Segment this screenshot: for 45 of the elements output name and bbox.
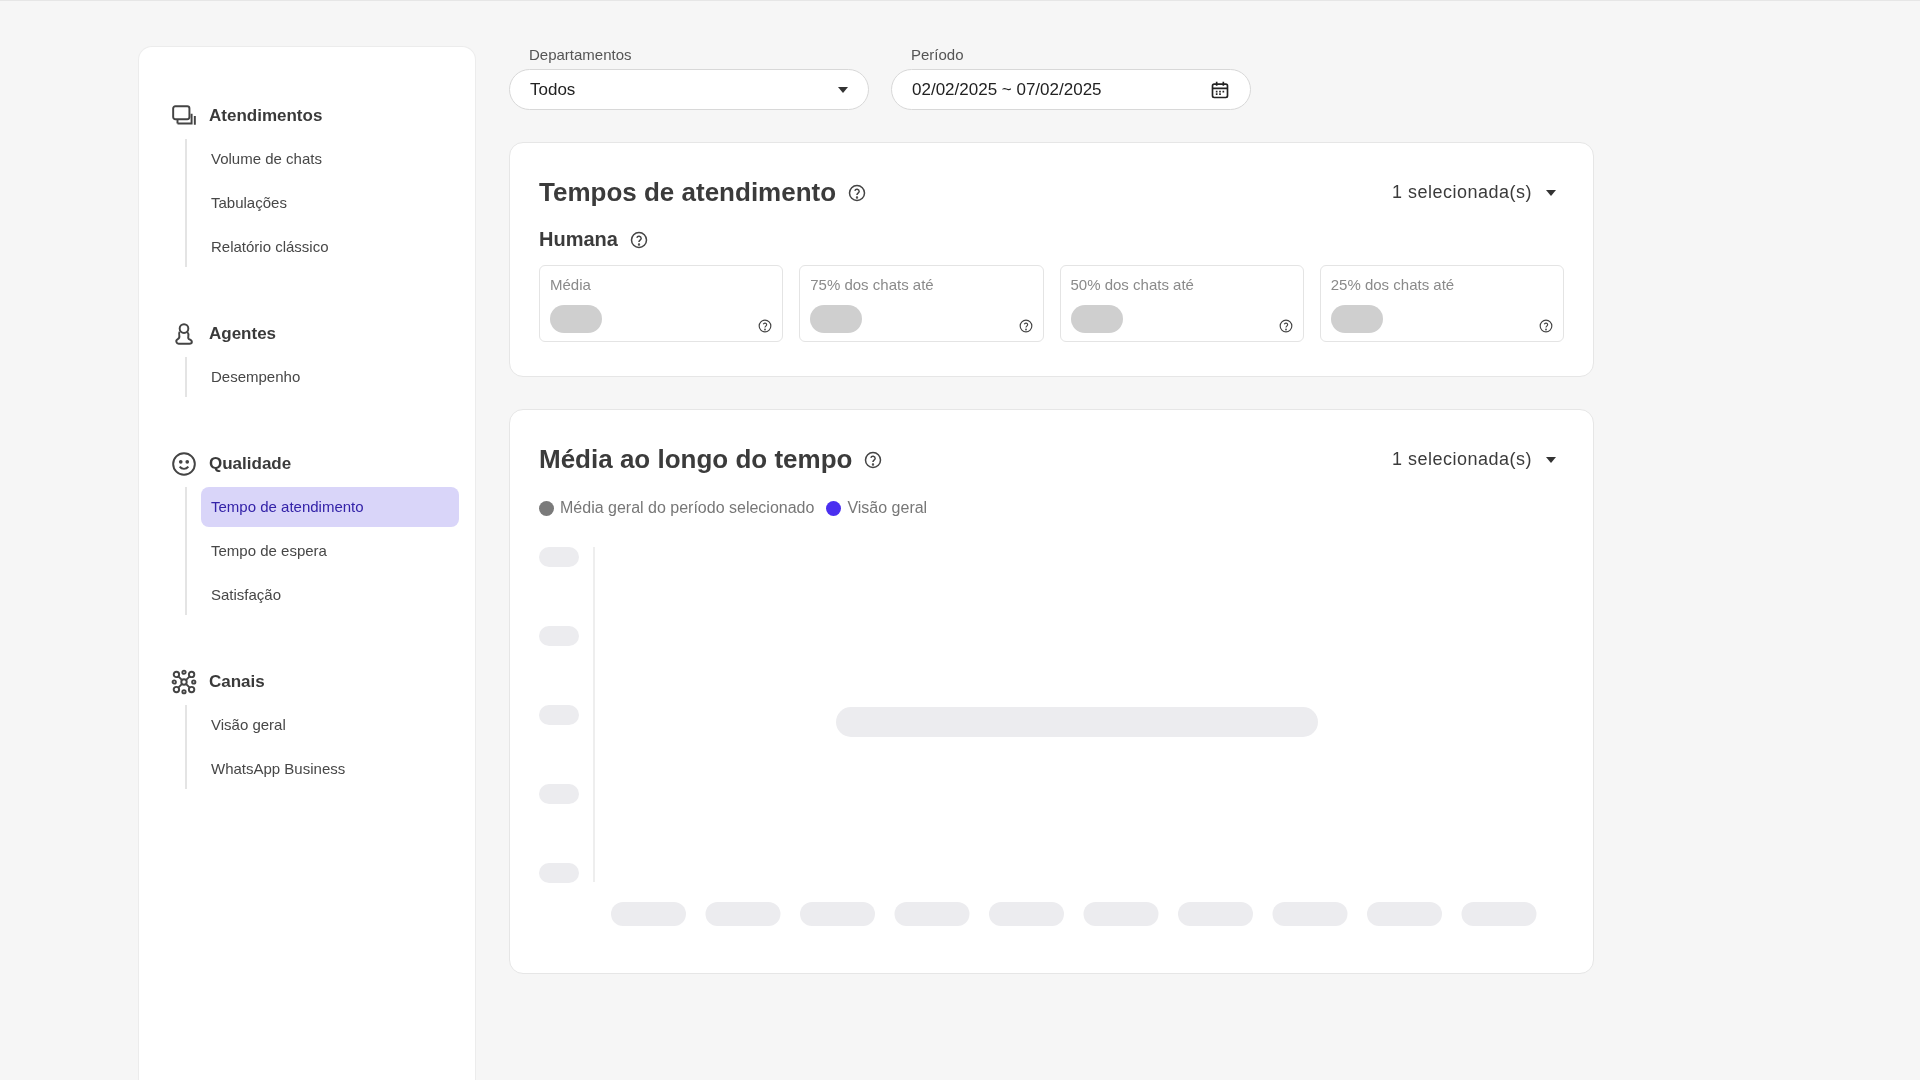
loading-placeholder <box>550 305 602 333</box>
help-icon[interactable] <box>848 183 867 202</box>
sidebar-item[interactable]: Tempo de atendimento <box>201 487 459 527</box>
sidebar-group-title: Qualidade <box>209 454 292 474</box>
caret-icon <box>1546 189 1556 196</box>
sidebar-item[interactable]: Satisfação <box>201 575 459 615</box>
loading-placeholder <box>1070 305 1123 333</box>
caret-icon <box>838 86 848 93</box>
sidebar-item[interactable]: WhatsApp Business <box>201 749 459 789</box>
sidebar-item[interactable]: Visão geral <box>201 705 459 745</box>
loading-placeholder <box>1330 305 1383 333</box>
sidebar-group-title: Agentes <box>209 324 277 344</box>
date-range-field[interactable]: 02/02/2025 ~ 07/02/2025 <box>891 69 1251 110</box>
legend-label: Visão geral <box>847 499 928 517</box>
help-icon[interactable] <box>629 230 648 249</box>
selection-dropdown[interactable]: 1 selecionada(s) <box>1391 182 1564 203</box>
network-icon <box>171 669 197 695</box>
caret-icon <box>1546 456 1556 463</box>
metric-label: Média <box>550 276 592 293</box>
sidebar-group-title: Atendimentos <box>209 106 323 126</box>
help-icon[interactable] <box>1278 319 1293 333</box>
sidebar-item[interactable]: Tempo de espera <box>201 531 459 571</box>
loading-placeholder <box>810 305 863 333</box>
card-title: Tempos de atendimento <box>539 177 837 208</box>
sidebar-item[interactable]: Tabulações <box>201 183 459 223</box>
department-select[interactable]: Todos <box>509 69 869 110</box>
selection-dropdown[interactable]: 1 selecionada(s) <box>1391 449 1564 470</box>
metric-label: 25% dos chats até <box>1330 276 1456 293</box>
metric-label: 75% dos chats até <box>810 276 935 293</box>
sidebar-group-title: Canais <box>209 672 265 692</box>
help-icon[interactable] <box>1018 319 1033 333</box>
help-icon[interactable] <box>864 450 883 469</box>
field-label: Período <box>910 46 965 63</box>
field-label: Departamentos <box>528 46 633 63</box>
section-title: Humana <box>539 228 618 251</box>
smile-icon <box>171 451 197 477</box>
sidebar-item[interactable]: Relatório clássico <box>201 227 459 267</box>
help-icon[interactable] <box>758 319 773 333</box>
metric-label: 50% dos chats até <box>1070 276 1195 293</box>
help-icon[interactable] <box>1539 319 1553 333</box>
card-title: Média ao longo do tempo <box>539 444 853 475</box>
sidebar-item[interactable]: Desempenho <box>201 357 459 397</box>
calendar-icon <box>1210 79 1230 100</box>
legend-label: Média geral do período selecionado <box>560 499 815 517</box>
sidebar-item[interactable]: Volume de chats <box>201 139 459 179</box>
